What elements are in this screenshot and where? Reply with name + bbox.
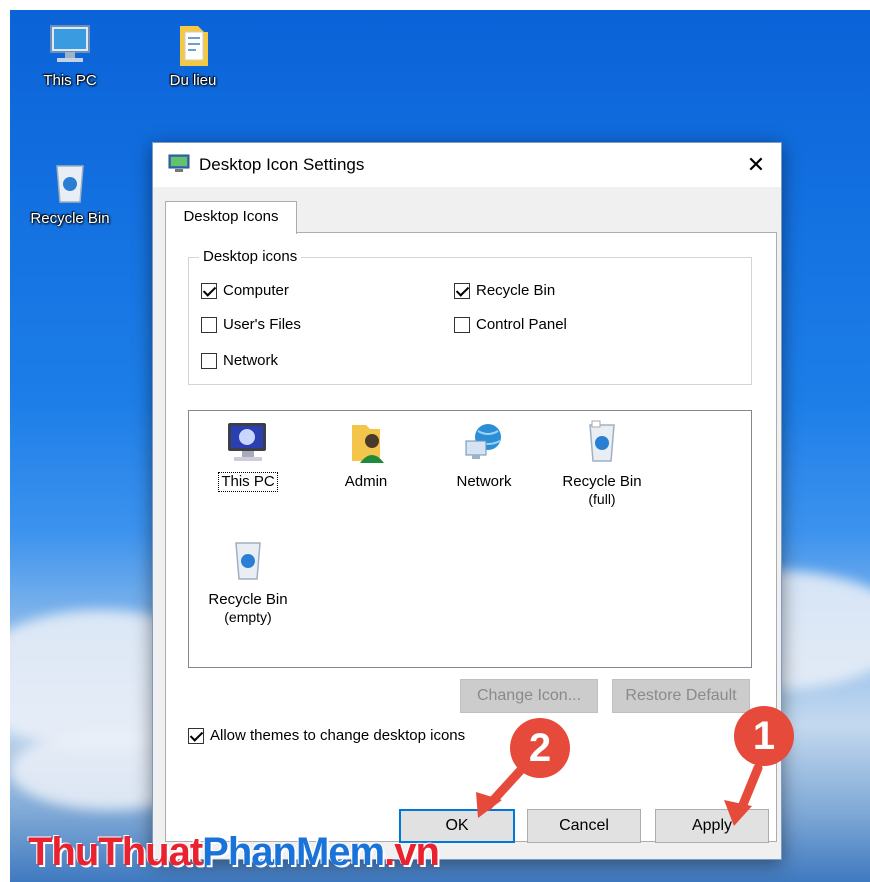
watermark-part: .vn [384,830,440,874]
tab-desktop-icons[interactable]: Desktop Icons [165,201,297,234]
watermark-part: ThuThuat [28,830,203,874]
watermark-logo: ThuThuatPhanMem.vn [28,830,440,875]
step-marker-1: 1 [734,706,794,766]
watermark-part: PhanMem [202,830,385,874]
step-marker-2: 2 [510,718,570,778]
